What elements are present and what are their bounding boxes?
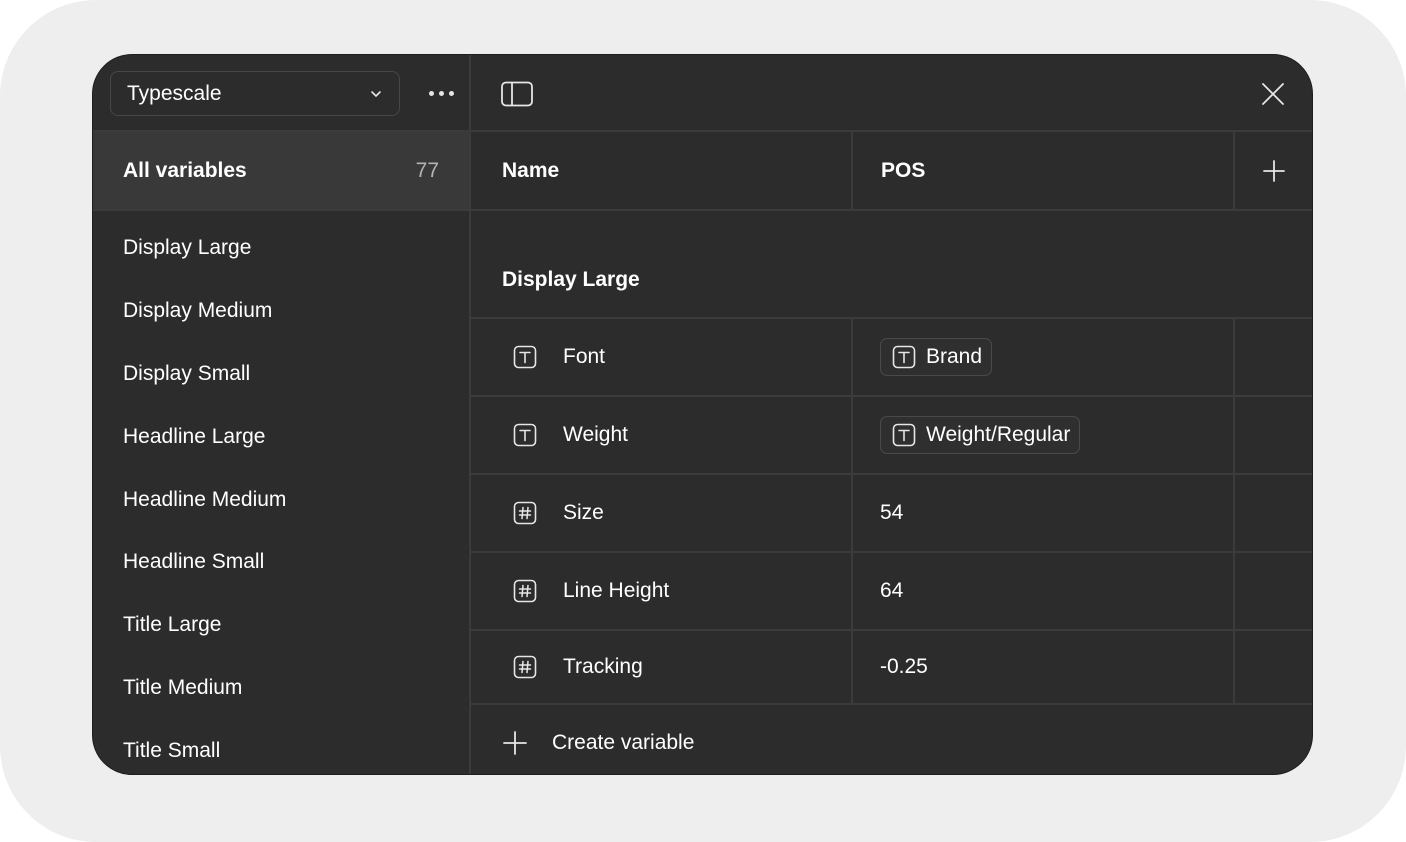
collection-select[interactable]: Typescale (110, 71, 400, 116)
number-type-icon (513, 579, 537, 603)
column-header-mode[interactable]: POS (853, 132, 1235, 209)
variable-value-cell[interactable]: Brand (853, 319, 1235, 395)
column-header-name: Name (471, 132, 853, 209)
add-mode-button[interactable] (1235, 132, 1312, 209)
dot-icon (428, 90, 434, 96)
text-type-icon (892, 423, 916, 447)
all-variables-label: All variables (123, 158, 247, 182)
number-type-icon (513, 655, 537, 679)
sidebar-item-group[interactable]: Headline Small (93, 531, 469, 594)
variable-value-cell[interactable]: 54 (853, 475, 1235, 551)
empty-cell (1235, 397, 1312, 473)
variable-name-cell[interactable]: Line Height (471, 553, 853, 629)
chevron-down-icon (371, 90, 381, 97)
variable-value-cell[interactable]: 64 (853, 553, 1235, 629)
table-row: Tracking -0.25 (471, 631, 1312, 705)
variable-value: -0.25 (880, 655, 928, 678)
sidebar-item-all-variables[interactable]: All variables 77 (93, 132, 469, 211)
plus-icon (503, 731, 527, 755)
variable-name-cell[interactable]: Size (471, 475, 853, 551)
create-variable-button[interactable]: Create variable (471, 705, 1312, 774)
sidebar-item-group[interactable]: Display Large (93, 217, 469, 280)
sidebar-header: Typescale (93, 55, 469, 132)
empty-cell (1235, 475, 1312, 551)
variable-name-cell[interactable]: Weight (471, 397, 853, 473)
table-header: Name POS (471, 132, 1312, 211)
empty-cell (1235, 319, 1312, 395)
alias-value: Brand (926, 345, 983, 368)
sidebar-toggle-icon[interactable] (501, 81, 533, 107)
variable-name: Tracking (563, 655, 643, 678)
group-title: Display Large (471, 211, 1312, 319)
variable-value: 64 (880, 579, 904, 602)
dot-icon (448, 90, 454, 96)
alias-value: Weight/Regular (926, 423, 1071, 446)
variable-name: Weight (563, 423, 628, 446)
text-type-icon (513, 423, 537, 447)
variable-value-cell[interactable]: Weight/Regular (853, 397, 1235, 473)
all-variables-count: 77 (415, 158, 439, 182)
more-options-button[interactable] (423, 77, 459, 109)
group-list: Display Large Display Medium Display Sma… (93, 211, 469, 774)
sidebar-item-group[interactable]: Title Small (93, 719, 469, 774)
empty-cell (1235, 553, 1312, 629)
collection-select-label: Typescale (127, 81, 222, 105)
variable-name: Line Height (563, 579, 670, 602)
table-row: Size 54 (471, 475, 1312, 553)
empty-cell (1235, 631, 1312, 703)
sidebar-item-group[interactable]: Title Medium (93, 657, 469, 720)
table-row: Line Height 64 (471, 553, 1312, 631)
sidebar: Typescale All variables 77 Display Large… (93, 55, 471, 774)
sidebar-item-group[interactable]: Title Large (93, 594, 469, 657)
variable-value: 54 (880, 501, 904, 524)
main-header (471, 55, 1312, 132)
outer-frame: Typescale All variables 77 Display Large… (0, 0, 1406, 842)
variable-name: Size (563, 501, 604, 524)
alias-pill[interactable]: Weight/Regular (880, 416, 1081, 454)
close-icon[interactable] (1260, 81, 1286, 107)
plus-icon (1262, 159, 1285, 182)
text-type-icon (892, 345, 916, 369)
variable-name-cell[interactable]: Tracking (471, 631, 853, 703)
create-variable-label: Create variable (552, 731, 695, 754)
sidebar-item-group[interactable]: Headline Medium (93, 468, 469, 531)
number-type-icon (513, 501, 537, 525)
variable-name-cell[interactable]: Font (471, 319, 853, 395)
variable-value-cell[interactable]: -0.25 (853, 631, 1235, 703)
variables-panel: Typescale All variables 77 Display Large… (92, 54, 1313, 775)
table-row: Weight Weight/Regular (471, 397, 1312, 475)
dot-icon (438, 90, 444, 96)
variable-name: Font (563, 345, 606, 368)
sidebar-item-group[interactable]: Display Medium (93, 280, 469, 343)
text-type-icon (513, 345, 537, 369)
sidebar-item-group[interactable]: Headline Large (93, 405, 469, 468)
table-row: Font Brand (471, 319, 1312, 397)
variables-table-area: Name POS Display Large Font Brand Weight… (471, 55, 1312, 774)
alias-pill[interactable]: Brand (880, 338, 993, 376)
sidebar-item-group[interactable]: Display Small (93, 343, 469, 406)
